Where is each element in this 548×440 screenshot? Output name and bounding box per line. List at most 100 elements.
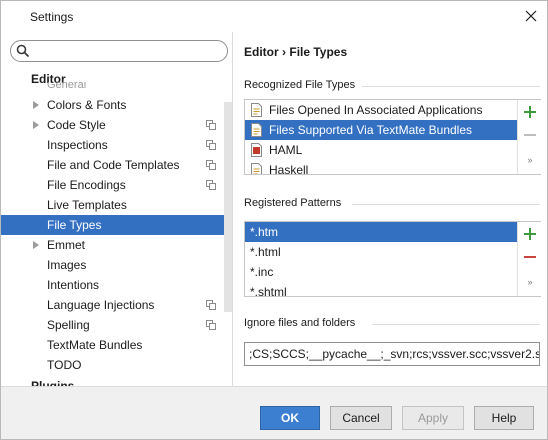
- window-title: Settings: [30, 10, 74, 24]
- pattern-item[interactable]: *.htm: [245, 222, 540, 242]
- file-type-label: Files Opened In Associated Applications: [269, 103, 483, 117]
- breadcrumb-parent: Editor: [244, 45, 279, 59]
- project-scope-icon: [206, 160, 216, 170]
- breadcrumb: Editor › File Types: [244, 45, 347, 59]
- file-types-panel: Editor › File Types Recognized File Type…: [234, 32, 547, 386]
- pattern-item[interactable]: *.shtml: [245, 282, 540, 297]
- search-box[interactable]: [10, 40, 228, 62]
- sidebar-item-file-types[interactable]: File Types: [1, 215, 232, 235]
- haml-file-icon: [251, 143, 262, 157]
- project-scope-icon: [206, 180, 216, 190]
- sidebar-item-label: Language Injections: [47, 298, 155, 312]
- pattern-label: *.html: [250, 245, 281, 259]
- sidebar-item-label: Code Style: [47, 118, 106, 132]
- more-icon: »: [527, 155, 533, 165]
- sidebar-item-label: File Encodings: [47, 178, 126, 192]
- expand-arrow-icon[interactable]: [33, 241, 39, 249]
- project-scope-icon: [206, 140, 216, 150]
- add-icon: [524, 106, 536, 118]
- file-type-label: Haskell: [269, 163, 309, 175]
- sidebar-item-file-encodings[interactable]: File Encodings: [1, 175, 232, 195]
- settings-sidebar: Editor General Colors & Fonts Code Style I…: [1, 32, 233, 386]
- sidebar-item-label: Live Templates: [47, 198, 127, 212]
- sidebar-item-images[interactable]: Images: [1, 255, 232, 275]
- ignore-files-heading: Ignore files and folders: [244, 317, 356, 329]
- breadcrumb-current: File Types: [289, 45, 348, 59]
- pattern-label: *.shtml: [250, 285, 287, 297]
- sidebar-item-emmet[interactable]: Emmet: [1, 235, 232, 255]
- remove-file-type-button[interactable]: [522, 128, 538, 144]
- search-input[interactable]: [33, 43, 221, 59]
- file-type-item[interactable]: Files Supported Via TextMate Bundles: [245, 120, 540, 140]
- apply-button[interactable]: Apply: [402, 406, 464, 430]
- pattern-label: *.htm: [250, 225, 279, 239]
- expand-arrow-icon[interactable]: [33, 121, 39, 129]
- sidebar-item-colors-fonts[interactable]: Colors & Fonts: [1, 95, 232, 115]
- recognized-file-types-list[interactable]: Files Opened In Associated Applications F…: [244, 99, 541, 175]
- more-actions-button[interactable]: »: [522, 152, 538, 168]
- ignore-files-input[interactable]: [245, 343, 539, 365]
- remove-pattern-button[interactable]: [522, 250, 538, 266]
- project-scope-icon: [206, 300, 216, 310]
- more-actions-button[interactable]: »: [522, 274, 538, 290]
- sidebar-section-plugins-partial[interactable]: Plugins: [31, 378, 74, 386]
- close-icon: [525, 10, 537, 22]
- recognized-toolbar: »: [517, 100, 541, 174]
- sidebar-item-file-and-code-templates[interactable]: File and Code Templates: [1, 155, 232, 175]
- pattern-item[interactable]: *.inc: [245, 262, 540, 282]
- divider: [362, 86, 540, 87]
- cancel-button[interactable]: Cancel: [330, 406, 392, 430]
- dialog-footer: OK Cancel Apply Help: [1, 386, 547, 439]
- sidebar-item-textmate-bundles[interactable]: TextMate Bundles: [1, 335, 232, 355]
- sidebar-item-label: File Types: [47, 218, 102, 232]
- sidebar-item-label: Images: [47, 258, 87, 272]
- sidebar-item-label: TextMate Bundles: [47, 338, 143, 352]
- sidebar-item-live-templates[interactable]: Live Templates: [1, 195, 232, 215]
- sidebar-tree: Colors & Fonts Code Style Inspections File …: [1, 95, 232, 375]
- sidebar-item-intentions[interactable]: Intentions: [1, 275, 232, 295]
- sidebar-item-inspections[interactable]: Inspections: [1, 135, 232, 155]
- file-type-item[interactable]: Files Opened In Associated Applications: [245, 100, 540, 120]
- help-button[interactable]: Help: [474, 406, 534, 430]
- divider: [372, 324, 540, 325]
- registered-patterns-heading: Registered Patterns: [244, 197, 342, 209]
- sidebar-item-label: Intentions: [47, 278, 100, 292]
- search-icon: [16, 44, 30, 58]
- sidebar-item-label: TODO: [47, 358, 82, 372]
- pattern-label: *.inc: [250, 265, 274, 279]
- sidebar-item-spelling[interactable]: Spelling: [1, 315, 232, 335]
- sidebar-item-label: Inspections: [47, 138, 108, 152]
- breadcrumb-separator: ›: [282, 45, 287, 59]
- remove-icon: [524, 256, 536, 258]
- patterns-toolbar: »: [517, 222, 541, 296]
- more-icon: »: [527, 277, 533, 287]
- sidebar-item-label: Colors & Fonts: [47, 98, 127, 112]
- sidebar-scrollbar[interactable]: [224, 102, 232, 312]
- add-pattern-button[interactable]: [522, 227, 538, 243]
- file-type-item[interactable]: Haskell: [245, 160, 540, 175]
- sidebar-item-todo[interactable]: TODO: [1, 355, 232, 375]
- remove-icon: [524, 134, 536, 136]
- registered-patterns-list[interactable]: *.htm *.html *.inc *.shtml: [244, 221, 541, 297]
- close-button[interactable]: [517, 5, 545, 27]
- add-icon: [524, 228, 536, 240]
- pattern-item[interactable]: *.html: [245, 242, 540, 262]
- sidebar-item-general-partial[interactable]: General: [47, 82, 86, 90]
- settings-dialog: Settings Editor General Colors & Fonts Co…: [0, 0, 548, 440]
- sidebar-item-code-style[interactable]: Code Style: [1, 115, 232, 135]
- ignore-files-field[interactable]: [244, 342, 540, 366]
- file-type-label: Files Supported Via TextMate Bundles: [269, 123, 473, 137]
- expand-arrow-icon[interactable]: [33, 101, 39, 109]
- file-icon: [251, 163, 262, 174]
- sidebar-item-label: Emmet: [47, 238, 86, 252]
- sidebar-item-label: Spelling: [47, 318, 90, 332]
- file-type-label: HAML: [269, 143, 303, 157]
- project-scope-icon: [206, 120, 216, 130]
- file-type-item[interactable]: HAML: [245, 140, 540, 160]
- sidebar-item-label: File and Code Templates: [47, 158, 180, 172]
- file-icon: [251, 103, 262, 117]
- add-file-type-button[interactable]: [522, 105, 538, 121]
- sidebar-item-language-injections[interactable]: Language Injections: [1, 295, 232, 315]
- ok-button[interactable]: OK: [260, 406, 320, 430]
- recognized-file-types-heading: Recognized File Types: [244, 79, 356, 91]
